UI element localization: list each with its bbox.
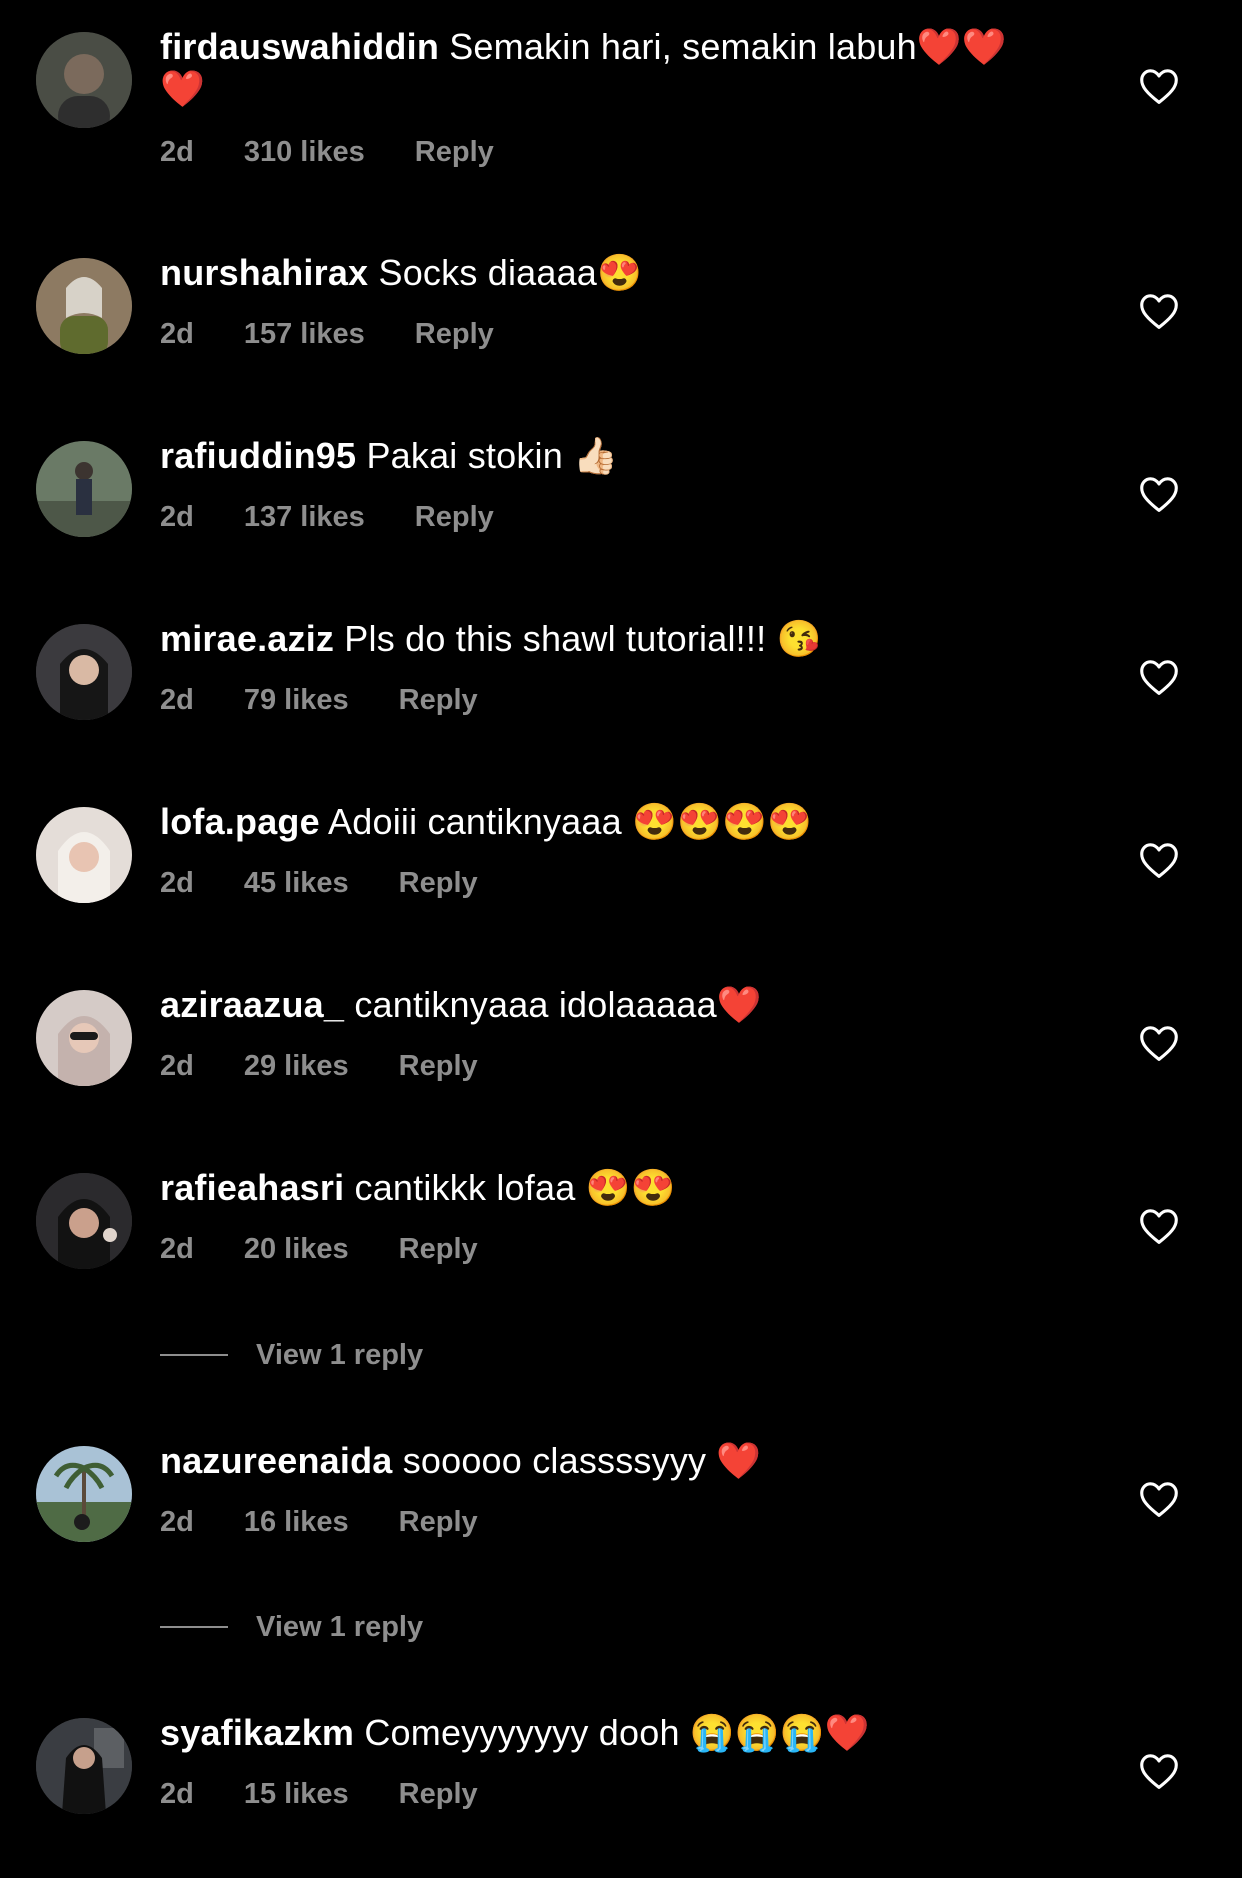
avatar[interactable] bbox=[36, 1173, 132, 1269]
comment-likes[interactable]: 16 likes bbox=[244, 1506, 349, 1539]
comment-username[interactable]: firdauswahiddin bbox=[160, 26, 439, 67]
comment-likes[interactable]: 79 likes bbox=[244, 684, 349, 717]
reply-button[interactable]: Reply bbox=[415, 318, 494, 351]
view-replies-label: View 1 reply bbox=[256, 1610, 424, 1643]
comment-time: 2d bbox=[160, 318, 194, 350]
avatar[interactable] bbox=[36, 1446, 132, 1542]
like-heart-icon[interactable] bbox=[1138, 1752, 1180, 1790]
comment-time: 2d bbox=[160, 1233, 194, 1265]
comment-text: Comeyyyyyyy dooh 😭😭😭❤️ bbox=[364, 1712, 870, 1753]
comment-likes[interactable]: 310 likes bbox=[244, 136, 365, 169]
avatar[interactable] bbox=[36, 32, 132, 128]
comment-username[interactable]: mirae.aziz bbox=[160, 618, 334, 659]
comment-likes[interactable]: 137 likes bbox=[244, 501, 365, 534]
like-heart-icon[interactable] bbox=[1138, 658, 1180, 696]
reply-button[interactable]: Reply bbox=[415, 501, 494, 534]
comment-time: 2d bbox=[160, 501, 194, 533]
comment-time: 2d bbox=[160, 867, 194, 899]
comment-username[interactable]: aziraazua_ bbox=[160, 984, 344, 1025]
comments-list: firdauswahiddin Semakin hari, semakin la… bbox=[0, 0, 1242, 1878]
like-heart-icon[interactable] bbox=[1138, 1024, 1180, 1062]
thread-line bbox=[160, 1626, 228, 1628]
reply-button[interactable]: Reply bbox=[415, 136, 494, 169]
comment-text: sooooo classssyyy ❤️ bbox=[402, 1440, 762, 1481]
reply-button[interactable]: Reply bbox=[399, 1778, 478, 1811]
comment-likes[interactable]: 29 likes bbox=[244, 1050, 349, 1083]
avatar[interactable] bbox=[36, 258, 132, 354]
like-heart-icon[interactable] bbox=[1138, 1207, 1180, 1245]
comment-text: Socks diaaaa😍 bbox=[378, 252, 643, 293]
view-replies-button[interactable]: View 1 reply bbox=[160, 1607, 423, 1647]
avatar[interactable] bbox=[36, 1718, 132, 1814]
view-replies-button[interactable]: View 1 reply bbox=[160, 1335, 423, 1375]
comment-text: cantikkk lofaa 😍😍 bbox=[354, 1167, 676, 1208]
thread-line bbox=[160, 1354, 228, 1356]
comment-time: 2d bbox=[160, 1050, 194, 1082]
comment-username[interactable]: lofa.page bbox=[160, 801, 320, 842]
comment-likes[interactable]: 20 likes bbox=[244, 1233, 349, 1266]
comment-text: Pakai stokin 👍🏻 bbox=[366, 435, 619, 476]
like-heart-icon[interactable] bbox=[1138, 1480, 1180, 1518]
comment-likes[interactable]: 15 likes bbox=[244, 1778, 349, 1811]
view-replies-label: View 1 reply bbox=[256, 1338, 424, 1371]
comment-username[interactable]: syafikazkm bbox=[160, 1712, 354, 1753]
reply-button[interactable]: Reply bbox=[399, 684, 478, 717]
comment-time: 2d bbox=[160, 136, 194, 168]
like-heart-icon[interactable] bbox=[1138, 67, 1180, 105]
avatar[interactable] bbox=[36, 441, 132, 537]
comment-text: Adoiii cantiknyaaa 😍😍😍😍 bbox=[328, 801, 813, 842]
avatar[interactable] bbox=[36, 807, 132, 903]
comment-time: 2d bbox=[160, 684, 194, 716]
comment-username[interactable]: nazureenaida bbox=[160, 1440, 392, 1481]
avatar[interactable] bbox=[36, 990, 132, 1086]
comment-text: Pls do this shawl tutorial!!! 😘 bbox=[344, 618, 822, 659]
like-heart-icon[interactable] bbox=[1138, 292, 1180, 330]
comment-text: cantiknyaaa idolaaaaa❤️ bbox=[354, 984, 762, 1025]
comment-username[interactable]: nurshahirax bbox=[160, 252, 368, 293]
comment-time: 2d bbox=[160, 1506, 194, 1538]
like-heart-icon[interactable] bbox=[1138, 841, 1180, 879]
avatar[interactable] bbox=[36, 624, 132, 720]
comment-username[interactable]: rafieahasri bbox=[160, 1167, 344, 1208]
comment-likes[interactable]: 45 likes bbox=[244, 867, 349, 900]
like-heart-icon[interactable] bbox=[1138, 475, 1180, 513]
reply-button[interactable]: Reply bbox=[399, 1506, 478, 1539]
comment-time: 2d bbox=[160, 1778, 194, 1810]
comment-likes[interactable]: 157 likes bbox=[244, 318, 365, 351]
reply-button[interactable]: Reply bbox=[399, 1233, 478, 1266]
reply-button[interactable]: Reply bbox=[399, 867, 478, 900]
comment-username[interactable]: rafiuddin95 bbox=[160, 435, 356, 476]
reply-button[interactable]: Reply bbox=[399, 1050, 478, 1083]
